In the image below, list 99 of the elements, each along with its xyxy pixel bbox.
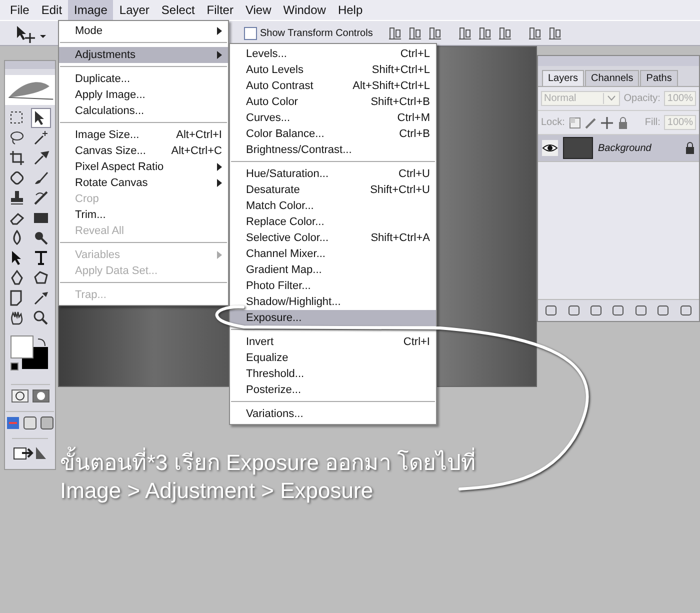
menu-bar-item[interactable]: Window (277, 0, 332, 20)
crop-icon[interactable] (8, 149, 26, 167)
menu-bar-item[interactable]: Help (332, 0, 369, 20)
shortcut-text: Alt+Shift+Ctrl+L (352, 80, 430, 92)
menu-item[interactable]: Pixel Aspect Ratio (59, 159, 228, 175)
shortcut-text: Ctrl+L (400, 48, 430, 60)
menu-bar-item[interactable]: Filter (200, 0, 240, 20)
menu-item[interactable]: Selective Color... Shift+Ctrl+A (230, 230, 436, 246)
screen-mode-icon[interactable] (23, 416, 37, 430)
panel-tab[interactable]: Paths (640, 70, 678, 86)
menu-item[interactable]: Apply Image... (59, 87, 228, 103)
caption-text: Image > Adjustment > Exposure (60, 477, 374, 505)
menu-item[interactable]: Desaturate Shift+Ctrl+U (230, 182, 436, 198)
menu-item[interactable]: Rotate Canvas (59, 175, 228, 191)
lock-icon[interactable] (616, 116, 629, 128)
shortcut-text: Ctrl+B (399, 128, 430, 140)
shortcut-text: Shift+Ctrl+B (370, 96, 430, 108)
menu-bar-item[interactable]: File (4, 0, 36, 20)
menu-item[interactable]: Posterize... (230, 382, 436, 398)
shortcut-text: Shift+Ctrl+L (372, 64, 430, 76)
magic-wand-icon[interactable] (32, 129, 50, 147)
dodge-icon[interactable] (32, 229, 50, 247)
lock-position-icon[interactable] (600, 116, 613, 128)
align-icon[interactable] (458, 25, 473, 41)
shortcut-text: Ctrl+U (398, 168, 430, 180)
align-icon[interactable] (478, 25, 493, 41)
lasso-icon[interactable] (8, 129, 26, 147)
menu-item[interactable]: Brightness/Contrast... (230, 142, 436, 158)
brush-icon[interactable] (32, 169, 50, 187)
toolbox-title-bar (5, 61, 55, 69)
align-icon[interactable] (498, 25, 513, 41)
layer-thumbnail (563, 137, 593, 159)
menu-bar-item[interactable]: View (239, 0, 278, 20)
shape-icon[interactable] (32, 269, 50, 287)
panel-tab[interactable]: Channels (585, 70, 640, 86)
menu-item[interactable]: Threshold... (230, 366, 436, 382)
distribute-icon[interactable] (528, 25, 543, 41)
menu-item[interactable]: Photo Filter... (230, 278, 436, 294)
menu-bar-item[interactable]: Layer (113, 0, 156, 20)
move-tool-icon[interactable] (32, 109, 50, 127)
menu-bar-item[interactable]: Edit (35, 0, 68, 20)
shortcut-text: Ctrl+I (403, 336, 430, 348)
menu-item[interactable]: Auto Color Shift+Ctrl+B (230, 94, 436, 110)
menu-bar-item[interactable]: Image (68, 0, 114, 20)
menu-item[interactable]: Mode (59, 23, 228, 39)
align-icon[interactable] (428, 25, 443, 41)
menu-item[interactable]: Auto Levels Shift+Ctrl+L (230, 62, 436, 78)
caption-text: ขั้นตอนที่*3 เรียก Exposure ออกมา โดยไปที่ (60, 449, 700, 477)
menu-bar-item[interactable]: Select (155, 0, 201, 20)
menu-item[interactable]: Variations... (230, 406, 436, 422)
shortcut-text: Ctrl+M (397, 112, 430, 124)
menu-item[interactable]: Calculations... (59, 103, 228, 119)
menu-item[interactable]: Trim... (59, 207, 228, 223)
menu-item[interactable]: Levels... Ctrl+L (230, 46, 436, 62)
caret-icon (606, 95, 616, 101)
menu-item[interactable]: Color Balance... Ctrl+B (230, 126, 436, 142)
menu-item[interactable]: Adjustments (59, 47, 228, 63)
checkbox-label: Show Transform Controls (260, 28, 373, 38)
fill-label: Fill: (644, 117, 660, 128)
menu-item[interactable]: Hue/Saturation... Ctrl+U (230, 166, 436, 182)
menu-item[interactable]: Invert Ctrl+I (230, 334, 436, 350)
menu-item[interactable]: Match Color... (230, 198, 436, 214)
layer-row[interactable]: Background (538, 135, 699, 162)
menu-item[interactable]: Auto Contrast Alt+Shift+Ctrl+L (230, 78, 436, 94)
lock-icon[interactable] (685, 142, 695, 154)
distribute-icon[interactable] (548, 25, 563, 41)
move-tool-icon[interactable] (14, 23, 48, 43)
shortcut-text: Shift+Ctrl+A (370, 232, 430, 244)
lock-brush-icon[interactable] (584, 116, 597, 128)
menu-item[interactable]: Equalize (230, 350, 436, 366)
standard-mode-icon[interactable] (10, 389, 28, 403)
search-icon[interactable] (32, 309, 50, 327)
checkbox[interactable] (244, 26, 257, 40)
eye-icon[interactable] (542, 142, 558, 154)
menu-item[interactable]: Canvas Size... Alt+Ctrl+C (59, 143, 228, 159)
shortcut-text: Shift+Ctrl+U (370, 184, 430, 196)
screen-mode-icon[interactable] (40, 416, 54, 430)
quick-mask-icon[interactable] (32, 389, 50, 403)
opacity-label: Opacity: (624, 93, 660, 104)
screen-mode-icon[interactable] (6, 416, 20, 430)
menu-item[interactable]: Image Size... Alt+Ctrl+I (59, 127, 228, 143)
lock-label: Lock: (541, 117, 565, 128)
shortcut-text: Alt+Ctrl+I (176, 129, 222, 141)
menu-item[interactable]: Exposure... (230, 310, 436, 326)
menu-item[interactable]: Duplicate... (59, 71, 228, 87)
panel-tab[interactable]: Layers (542, 70, 584, 86)
menu-item[interactable]: Channel Mixer... (230, 246, 436, 262)
menu-item[interactable]: Curves... Ctrl+M (230, 110, 436, 126)
stamp-icon[interactable] (8, 189, 26, 207)
align-icon[interactable] (408, 25, 423, 41)
align-icon[interactable] (388, 25, 403, 41)
color-swatches-icon[interactable] (10, 335, 50, 371)
shortcut-text: Alt+Ctrl+C (171, 145, 222, 157)
menu-item[interactable]: Shadow/Highlight... (230, 294, 436, 310)
menu-item[interactable]: Gradient Map... (230, 262, 436, 278)
layer-name: Background (598, 142, 652, 154)
menu-item[interactable]: Replace Color... (230, 214, 436, 230)
type-icon[interactable] (32, 249, 50, 267)
lock-transparency-icon[interactable] (568, 116, 581, 128)
